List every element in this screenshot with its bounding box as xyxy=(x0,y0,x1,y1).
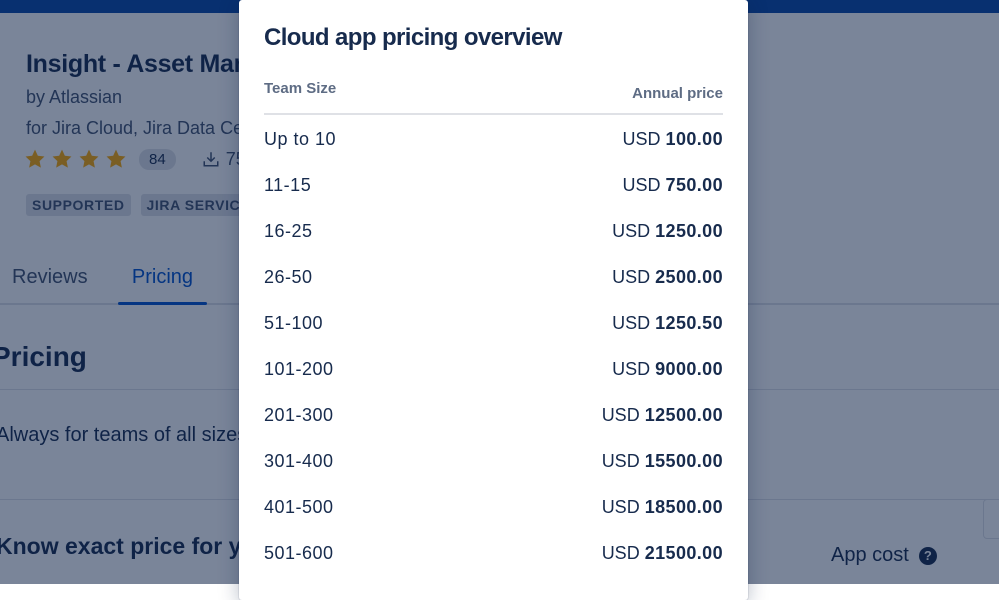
table-row: 51-100 USD 1250.50 xyxy=(264,300,723,346)
team-size-cell: Up to 10 xyxy=(264,128,337,149)
team-size-cell: 11-15 xyxy=(264,174,312,195)
team-size-cell: 101-200 xyxy=(264,358,334,379)
amount: 750.00 xyxy=(665,174,723,195)
price-cell: USD 750.00 xyxy=(623,175,724,196)
team-size-cell: 51-100 xyxy=(264,312,324,333)
price-cell: USD 18500.00 xyxy=(602,497,723,518)
currency: USD xyxy=(601,450,640,471)
table-row: 11-15 USD 750.00 xyxy=(264,162,723,208)
currency: USD xyxy=(612,266,651,287)
modal-title: Cloud app pricing overview xyxy=(264,24,562,51)
currency: USD xyxy=(612,358,651,379)
amount: 2500.00 xyxy=(655,266,723,287)
amount: 21500.00 xyxy=(644,542,723,563)
amount: 1250.50 xyxy=(655,312,723,333)
price-cell: USD 1250.50 xyxy=(612,313,723,334)
amount: 18500.00 xyxy=(644,496,723,517)
team-size-cell: 201-300 xyxy=(264,404,334,425)
amount: 1250.00 xyxy=(655,220,723,241)
amount: 15500.00 xyxy=(644,450,723,471)
table-row: 26-50 USD 2500.00 xyxy=(264,254,723,300)
header-divider xyxy=(264,113,723,115)
pricing-table: Up to 10 USD 100.00 11-15 USD 750.00 16-… xyxy=(264,116,723,576)
amount: 12500.00 xyxy=(644,404,723,425)
currency: USD xyxy=(601,496,640,517)
table-row: 201-300 USD 12500.00 xyxy=(264,392,723,438)
price-cell: USD 9000.00 xyxy=(612,359,723,380)
price-cell: USD 21500.00 xyxy=(602,543,723,564)
amount: 9000.00 xyxy=(655,358,723,379)
column-header-team-size: Team Size xyxy=(264,80,337,97)
table-row: 301-400 USD 15500.00 xyxy=(264,438,723,484)
currency: USD xyxy=(612,220,651,241)
price-cell: USD 100.00 xyxy=(623,129,724,150)
team-size-cell: 401-500 xyxy=(264,496,334,517)
currency: USD xyxy=(622,174,661,195)
table-row: Up to 10 USD 100.00 xyxy=(264,116,723,162)
team-size-cell: 501-600 xyxy=(264,542,334,563)
price-cell: USD 15500.00 xyxy=(602,451,723,472)
price-cell: USD 2500.00 xyxy=(612,267,723,288)
table-row: 16-25 USD 1250.00 xyxy=(264,208,723,254)
team-size-cell: 26-50 xyxy=(264,266,313,287)
table-row: 501-600 USD 21500.00 xyxy=(264,530,723,576)
table-row: 101-200 USD 9000.00 xyxy=(264,346,723,392)
pricing-overview-modal: Cloud app pricing overview Team Size Ann… xyxy=(239,0,748,600)
currency: USD xyxy=(601,542,640,563)
currency: USD xyxy=(622,128,661,149)
currency: USD xyxy=(612,312,651,333)
price-cell: USD 1250.00 xyxy=(612,221,723,242)
team-size-cell: 301-400 xyxy=(264,450,334,471)
table-row: 401-500 USD 18500.00 xyxy=(264,484,723,530)
amount: 100.00 xyxy=(665,128,723,149)
column-header-annual-price: Annual price xyxy=(632,85,723,102)
price-cell: USD 12500.00 xyxy=(602,405,723,426)
currency: USD xyxy=(601,404,640,425)
team-size-cell: 16-25 xyxy=(264,220,313,241)
